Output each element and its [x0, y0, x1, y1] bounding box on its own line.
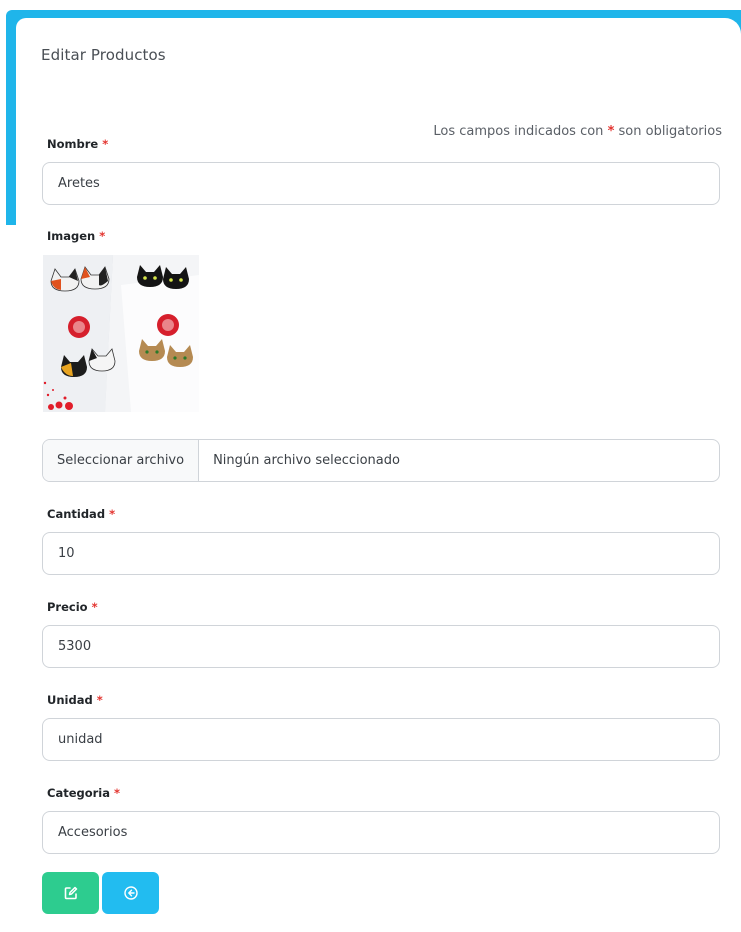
circle-arrow-left-icon	[123, 886, 138, 900]
precio-input[interactable]: 5300	[42, 625, 720, 668]
required-star: *	[91, 600, 98, 614]
precio-label-text: Precio	[47, 600, 88, 614]
required-fields-note: Los campos indicados con * son obligator…	[433, 124, 722, 139]
cantidad-label: Cantidad *	[47, 507, 115, 521]
nombre-input[interactable]: Aretes	[42, 162, 720, 205]
required-star: *	[96, 693, 103, 707]
unidad-label-text: Unidad	[47, 693, 93, 707]
nombre-label: Nombre *	[47, 137, 108, 151]
cantidad-input[interactable]: 10	[42, 532, 720, 575]
categoria-label: Categoria *	[47, 786, 120, 800]
precio-label: Precio *	[47, 600, 98, 614]
imagen-label: Imagen *	[47, 229, 105, 243]
unidad-input-value: unidad	[58, 732, 103, 747]
categoria-input-value: Accesorios	[58, 825, 128, 840]
select-file-button[interactable]: Seleccionar archivo	[43, 440, 200, 481]
save-edit-button[interactable]	[42, 872, 99, 914]
required-star: *	[109, 507, 116, 521]
file-status: Ningún archivo seleccionado	[199, 440, 414, 481]
select-file-button-label: Seleccionar archivo	[57, 453, 185, 468]
page: Editar Productos Los campos indicados co…	[0, 0, 741, 932]
categoria-input[interactable]: Accesorios	[42, 811, 720, 854]
precio-input-value: 5300	[58, 639, 92, 654]
required-note-suffix: son obligatorios	[618, 124, 722, 139]
nombre-input-value: Aretes	[58, 176, 100, 191]
product-image	[43, 255, 199, 412]
required-note-prefix: Los campos indicados con	[433, 124, 604, 139]
required-star: *	[102, 137, 109, 151]
required-star: *	[114, 786, 121, 800]
required-star: *	[99, 229, 106, 243]
imagen-label-text: Imagen	[47, 229, 96, 243]
categoria-label-text: Categoria	[47, 786, 111, 800]
unidad-input[interactable]: unidad	[42, 718, 720, 761]
cantidad-label-text: Cantidad	[47, 507, 106, 521]
cantidad-input-value: 10	[58, 546, 75, 561]
card-title: Editar Productos	[41, 46, 166, 64]
nombre-label-text: Nombre	[47, 137, 99, 151]
back-button[interactable]	[102, 872, 159, 914]
image-file-input[interactable]: Seleccionar archivo Ningún archivo selec…	[42, 439, 720, 482]
unidad-label: Unidad *	[47, 693, 103, 707]
required-note-star: *	[607, 124, 615, 139]
file-status-text: Ningún archivo seleccionado	[213, 453, 400, 468]
edit-icon	[64, 886, 77, 900]
